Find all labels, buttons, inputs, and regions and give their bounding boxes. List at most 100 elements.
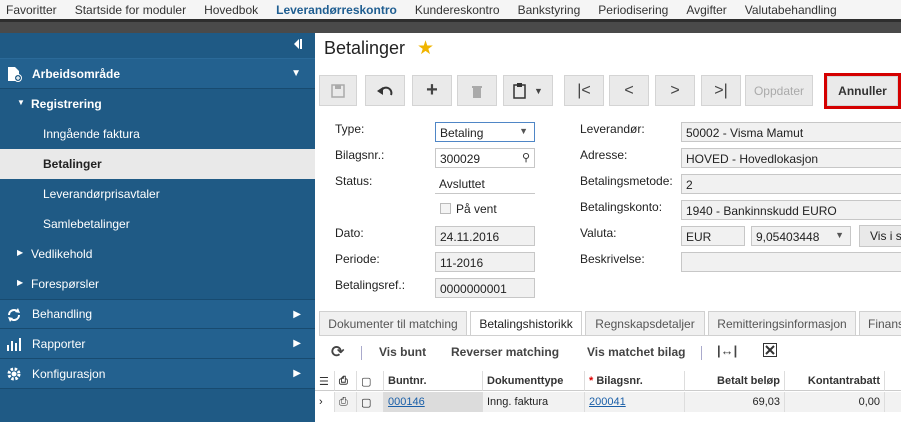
plus-icon: + [426, 79, 438, 101]
previous-record-button[interactable]: < [609, 75, 649, 106]
refresh-cycle-icon [6, 307, 22, 323]
header-bilagsnr-label: Bilagsnr. [596, 375, 643, 387]
reverser-matching-button[interactable]: Reverser matching [451, 345, 559, 359]
tab-remitteringsinformasjon[interactable]: Remitteringsinformasjon [708, 311, 856, 336]
betalingsref-field: 0000000001 [435, 278, 535, 298]
refresh-icon[interactable]: ⟳ [331, 342, 344, 362]
cell-betalt-belop: 69,03 [685, 392, 785, 412]
note-icon[interactable]: ▢ [357, 392, 384, 412]
caret-down-icon: ▼ [17, 98, 25, 107]
dato-field: 24.11.2016 [435, 226, 535, 246]
delete-button[interactable] [457, 75, 497, 106]
sidebar-item-samlebetalinger[interactable]: Samlebetalinger [0, 209, 315, 239]
type-label: Type: [335, 122, 365, 136]
adresse-label: Adresse: [580, 148, 628, 162]
sidebar-item-label: Betalinger [43, 157, 102, 171]
sidebar-item-foresporsler[interactable]: ▶ Forespørsler [0, 269, 315, 299]
buntnr-link[interactable]: 000146 [388, 396, 425, 408]
header-kontantrabatt[interactable]: Kontantrabatt [785, 371, 885, 391]
sidebar-item-label: Arbeidsområde [32, 66, 121, 81]
nav-valutabehandling[interactable]: Valutabehandling [745, 3, 837, 17]
leverandor-field: 50002 - Visma Mamut [681, 122, 901, 142]
row-selector-icon[interactable]: › [315, 392, 335, 412]
favorite-star-icon[interactable]: ★ [417, 37, 434, 60]
clipboard-menu-button[interactable]: ▼ [503, 75, 553, 106]
chevron-right-icon: ▶ [293, 309, 301, 320]
dato-label: Dato: [335, 226, 364, 240]
status-value: Avsluttet [435, 174, 535, 194]
bilagsnr-input[interactable]: 300029 ⚲ [435, 148, 535, 168]
export-excel-icon[interactable] [763, 343, 777, 360]
nav-periodisering[interactable]: Periodisering [598, 3, 668, 17]
vis-i-button[interactable]: Vis i s [859, 225, 901, 247]
sidebar-item-label: Leverandørprisavtaler [43, 187, 160, 201]
tab-dokumenter-til-matching[interactable]: Dokumenter til matching [319, 311, 467, 336]
save-button[interactable] [319, 75, 357, 106]
header-dokumenttype[interactable]: Dokumenttype [483, 371, 585, 391]
save-icon [331, 83, 345, 98]
clipboard-icon [513, 82, 526, 99]
next-record-button[interactable]: > [655, 75, 695, 106]
sidebar-item-label: Konfigurasjon [32, 366, 106, 381]
sidebar: Arbeidsområde ▼ ▼ Registrering Inngående… [0, 33, 315, 422]
vis-bunt-button[interactable]: Vis bunt [379, 345, 426, 359]
sidebar-item-inngaende-faktura[interactable]: Inngående faktura [0, 119, 315, 149]
nav-startside[interactable]: Startside for moduler [75, 3, 186, 17]
header-buntnr[interactable]: Buntnr. [384, 371, 483, 391]
tab-finans[interactable]: Finans [859, 311, 901, 336]
sidebar-item-vedlikehold[interactable]: ▶ Vedlikehold [0, 239, 315, 269]
tab-regnskapsdetaljer[interactable]: Regnskapsdetaljer [585, 311, 705, 336]
page-title: Betalinger [324, 38, 406, 58]
search-icon[interactable]: ⚲ [522, 151, 530, 164]
last-record-button[interactable]: >| [701, 75, 741, 106]
sidebar-item-betalinger[interactable]: Betalinger [0, 149, 315, 179]
sidebar-item-label: Forespørsler [31, 277, 100, 291]
cell-dokumenttype: Inng. faktura [483, 392, 585, 412]
add-button[interactable]: + [412, 75, 452, 106]
pa-vent-checkbox[interactable] [440, 203, 451, 214]
nav-bankstyring[interactable]: Bankstyring [518, 3, 581, 17]
nav-avgifter[interactable]: Avgifter [686, 3, 726, 17]
beskrivelse-field [681, 252, 901, 272]
row-settings-icon[interactable]: ☰ [315, 371, 335, 391]
nav-kundereskontro[interactable]: Kundereskontro [415, 3, 500, 17]
type-select[interactable]: Betaling ▼ [435, 122, 535, 142]
header-betalt-belop[interactable]: Betalt beløp [685, 371, 785, 391]
betalingsmetode-field: 2 [681, 174, 901, 194]
sidebar-item-konfigurasjon[interactable]: Konfigurasjon ▶ [0, 359, 315, 389]
vis-matchet-bilag-button[interactable]: Vis matchet bilag [587, 345, 685, 359]
sidebar-item-rapporter[interactable]: Rapporter ▶ [0, 329, 315, 359]
nav-favoritter[interactable]: Favoritter [6, 3, 57, 17]
chevron-down-icon: ▼ [534, 85, 543, 96]
undo-button[interactable] [365, 75, 405, 106]
sidebar-item-behandling[interactable]: Behandling ▶ [0, 299, 315, 329]
toolbar-divider [701, 346, 702, 360]
nav-leverandorreskontro[interactable]: Leverandørreskontro [276, 3, 397, 17]
oppdater-button[interactable]: Oppdater [745, 75, 813, 106]
header-bilagsnr[interactable]: * Bilagsnr. [585, 371, 685, 391]
pa-vent-label: På vent [456, 202, 497, 216]
attachment-icon[interactable]: ⎙ [335, 392, 357, 412]
main-content: Betalinger ★ + ▼ |< < > >| Oppdater Annu… [315, 33, 901, 422]
sidebar-collapse-button[interactable] [0, 33, 315, 59]
cell-kontantrabatt: 0,00 [785, 392, 885, 412]
first-record-button[interactable]: |< [564, 75, 604, 106]
valuta-field: EUR [681, 226, 745, 246]
sidebar-item-registrering[interactable]: ▼ Registrering [0, 89, 315, 119]
cell-filler [885, 392, 901, 412]
nav-hovedbok[interactable]: Hovedbok [204, 3, 258, 17]
cell-bilagsnr[interactable]: 200041 [585, 392, 685, 412]
sidebar-item-label: Samlebetalinger [43, 217, 130, 231]
periode-label: Periode: [335, 252, 380, 266]
sidebar-item-arbeidsomrade[interactable]: Arbeidsområde ▼ [0, 59, 315, 89]
bilagsnr-link[interactable]: 200041 [589, 396, 626, 408]
cell-buntnr[interactable]: 000146 [384, 392, 483, 412]
toolbar-divider [361, 346, 362, 360]
kurs-select[interactable]: 9,05403448 ▼ [751, 226, 851, 246]
header-bar-shadow [0, 19, 901, 22]
periode-field: 11-2016 [435, 252, 535, 272]
tab-betalingshistorikk[interactable]: Betalingshistorikk [470, 311, 582, 336]
sidebar-item-leverandorprisavtaler[interactable]: Leverandørprisavtaler [0, 179, 315, 209]
annuller-button[interactable]: Annuller [827, 76, 898, 106]
fit-columns-icon[interactable]: |↔| [717, 343, 737, 358]
